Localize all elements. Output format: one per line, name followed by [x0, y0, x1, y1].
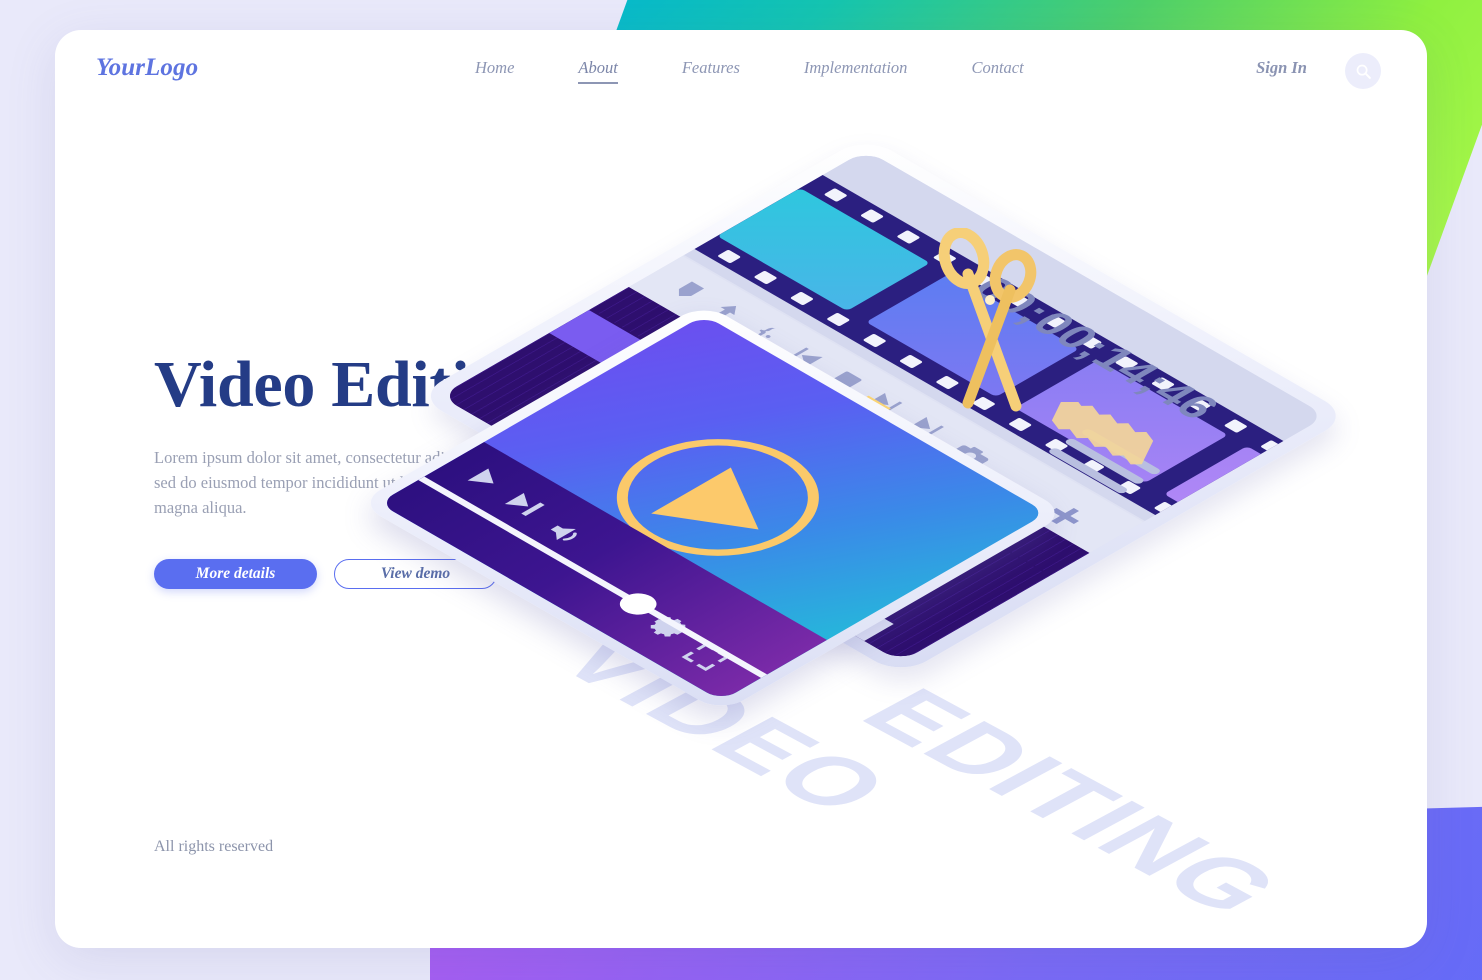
- nav-item-implementation[interactable]: Implementation: [804, 58, 908, 83]
- tape-strip-icon: [1051, 402, 1154, 465]
- scissors-icon: [938, 228, 1037, 412]
- video-editing-illustration: VIDEO EDITING 00;00;14;46: [357, 136, 1410, 930]
- skip-next-icon[interactable]: [501, 491, 548, 518]
- main-navigation: Home About Features Implementation Conta…: [475, 58, 1088, 84]
- watermark-editing: EDITING: [838, 674, 1308, 929]
- landing-page-card: YourLogo Home About Features Implementat…: [55, 30, 1427, 948]
- sign-in-link[interactable]: Sign In: [1256, 58, 1307, 78]
- nav-item-about[interactable]: About: [578, 58, 619, 84]
- site-header: YourLogo Home About Features Implementat…: [55, 30, 1427, 122]
- filmstrip-frame: [1163, 446, 1327, 569]
- search-button[interactable]: [1345, 53, 1381, 89]
- volume-icon[interactable]: [541, 520, 589, 548]
- more-details-button[interactable]: More details: [154, 558, 317, 589]
- play-icon[interactable]: [463, 466, 508, 492]
- copyright-note: All rights reserved: [154, 838, 274, 855]
- search-icon: [1356, 64, 1371, 79]
- marker-icon[interactable]: [669, 279, 709, 302]
- nav-item-home[interactable]: Home: [475, 58, 514, 83]
- nav-item-contact[interactable]: Contact: [971, 58, 1023, 83]
- brand-logo[interactable]: YourLogo: [96, 54, 198, 82]
- nav-item-features[interactable]: Features: [682, 58, 740, 83]
